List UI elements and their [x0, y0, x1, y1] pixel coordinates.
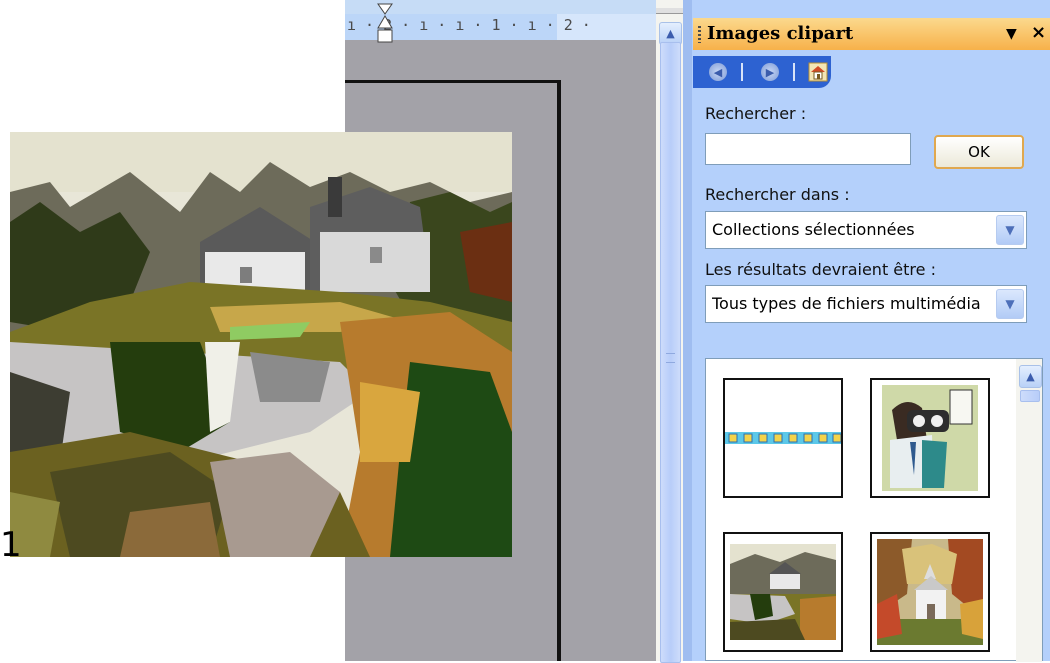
dropdown-arrow-icon[interactable]: ▼	[996, 215, 1024, 245]
results-type-label: Les résultats devraient être :	[705, 260, 936, 279]
split-handle[interactable]	[656, 8, 683, 14]
dropdown-arrow-icon[interactable]: ▼	[996, 289, 1024, 319]
results-scrollbar[interactable]: ▲	[1016, 359, 1042, 662]
pane-title-bar[interactable]: Images clipart ▼ ×	[693, 18, 1050, 50]
media-type-dropdown[interactable]: Tous types de fichiers multimédia ▼	[705, 285, 1027, 323]
results-scroll-thumb[interactable]	[1020, 390, 1040, 402]
back-button[interactable]: ◀	[707, 61, 729, 83]
horizontal-ruler[interactable]: ı · 2 · ı · ı · 1 · ı · 2 ·	[345, 0, 656, 43]
drag-grip-icon[interactable]	[698, 26, 701, 43]
pane-title: Images clipart	[707, 23, 854, 44]
scroll-up-icon[interactable]: ▲	[1019, 365, 1042, 388]
home-icon	[808, 62, 828, 82]
optometrist-eye-exam-image	[882, 385, 978, 491]
back-icon: ◀	[709, 63, 727, 81]
pane-border	[683, 0, 692, 661]
home-button[interactable]	[807, 61, 829, 83]
page-edge-right	[557, 80, 561, 661]
close-icon[interactable]: ×	[1031, 22, 1046, 43]
nav-separator	[793, 63, 795, 81]
lakeside-cottage-image	[730, 544, 836, 640]
forward-button[interactable]: ▶	[759, 61, 781, 83]
colored-squares-border-image	[725, 432, 841, 444]
pane-navigation-bar: ◀ ▶	[693, 56, 831, 88]
menu-arrow-icon[interactable]: ▼	[1006, 26, 1017, 42]
forward-icon: ▶	[761, 63, 779, 81]
church-in-autumn-trees-image	[877, 539, 983, 645]
ok-button[interactable]: OK	[934, 135, 1024, 169]
grip-icon	[666, 353, 675, 363]
indent-marker-icon[interactable]	[377, 2, 393, 52]
clipart-thumbnail[interactable]	[723, 532, 843, 652]
nav-separator	[741, 63, 743, 81]
search-label: Rechercher :	[705, 104, 807, 123]
search-input[interactable]	[705, 133, 911, 165]
collections-selected-value: Collections sélectionnées	[712, 220, 915, 239]
scroll-thumb[interactable]	[660, 42, 681, 663]
lakeside-cottage-clipart[interactable]	[10, 132, 512, 557]
clipart-thumbnail[interactable]	[723, 378, 843, 498]
collections-dropdown[interactable]: Collections sélectionnées ▼	[705, 211, 1027, 249]
document-text: 1	[0, 525, 22, 565]
page-edge-top	[345, 80, 561, 83]
results-gallery: ▲	[705, 358, 1043, 662]
vertical-scrollbar[interactable]: ▲	[656, 0, 683, 663]
media-type-selected-value: Tous types de fichiers multimédia	[712, 294, 981, 313]
clipart-task-pane: Images clipart ▼ × ◀ ▶ Rechercher : OK R…	[683, 0, 1050, 662]
clipart-thumbnail[interactable]	[870, 378, 990, 498]
search-in-label: Rechercher dans :	[705, 185, 850, 204]
clipart-thumbnail[interactable]	[870, 532, 990, 652]
